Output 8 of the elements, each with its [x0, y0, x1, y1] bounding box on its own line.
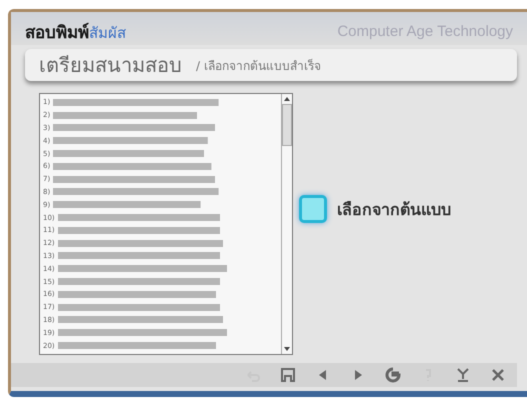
app-title: สอบพิมพ์สัมผัส [25, 22, 126, 45]
checkbox[interactable] [299, 195, 327, 223]
scroll-down-icon[interactable] [283, 345, 291, 353]
section-subtitle: / เลือกจากต้นแบบสำเร็จ [196, 58, 321, 74]
scrollbar[interactable] [281, 94, 292, 354]
scroll-thumb[interactable] [282, 104, 292, 146]
option-label: เลือกจากต้นแบบ [337, 198, 451, 220]
section-title: เตรียมสนามสอบ [39, 52, 182, 79]
